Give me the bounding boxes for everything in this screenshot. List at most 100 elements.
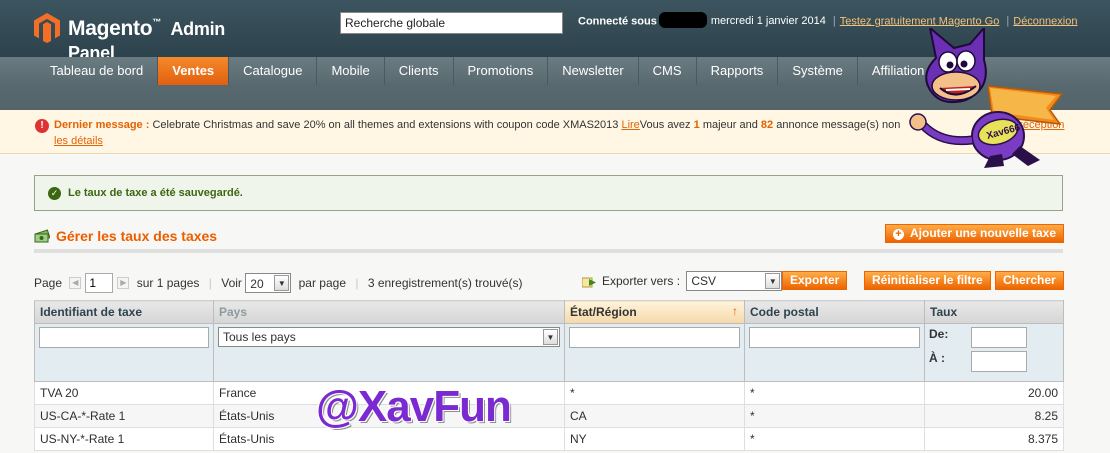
- reset-filter-button[interactable]: Réinitialiser le filtre: [864, 271, 991, 290]
- message-summary-prefix: Vous avez: [639, 119, 691, 131]
- success-message: ✓ Le taux de taxe a été sauvegardé.: [34, 175, 1063, 211]
- export-label: Exporter vers :: [602, 274, 681, 288]
- export-icon: [582, 277, 596, 288]
- column-tax-id[interactable]: Identifiant de taxe: [34, 300, 214, 324]
- rate-cell: 8.25: [924, 404, 1064, 428]
- header-user-info: Connecté sous mercredi 1 janvier 2014 | Te…: [578, 12, 1077, 28]
- chevron-down-icon: ▼: [765, 273, 781, 289]
- add-tax-button[interactable]: + Ajouter une nouvelle taxe: [885, 224, 1065, 243]
- message-summary-suffix: annonce message(s) non: [776, 119, 901, 131]
- filter-cell: Tous les pays ▼: [213, 323, 565, 382]
- header-separator: |: [1006, 15, 1010, 28]
- rate-cell: 8.375: [924, 427, 1064, 451]
- region-cell: NY: [564, 427, 745, 451]
- nav-item-clients[interactable]: Clients: [385, 57, 454, 85]
- filter-cell: [744, 323, 925, 382]
- major-count: 1: [693, 119, 700, 131]
- per-page-label: par page: [298, 276, 346, 290]
- chevron-down-icon: ▼: [274, 275, 290, 291]
- superhero-mascot-icon: Xav666: [909, 28, 1064, 168]
- chevron-down-icon: ▼: [543, 329, 558, 345]
- logo-brand: Magento: [68, 17, 153, 40]
- pager-separator: |: [208, 276, 212, 290]
- region-filter-input[interactable]: [569, 327, 740, 348]
- column-region-label: État/Région: [570, 305, 637, 319]
- success-message-text: Le taux de taxe a été sauvegardé.: [68, 187, 243, 199]
- nav-item-cms[interactable]: CMS: [639, 57, 697, 85]
- region-cell: CA: [564, 404, 745, 428]
- column-region[interactable]: État/Région ↑: [564, 300, 745, 324]
- plus-icon: +: [893, 229, 904, 240]
- nav-item-ventes[interactable]: Ventes: [158, 57, 230, 85]
- rate-to-row: À :: [929, 351, 1059, 375]
- export-button[interactable]: Exporter: [782, 271, 848, 290]
- column-postcode[interactable]: Code postal: [744, 300, 925, 324]
- latest-message-text: Celebrate Christmas and save 20% on all …: [152, 119, 619, 131]
- table-row[interactable]: US-CA-*-Rate 1 États-Unis CA * 8.25: [34, 404, 1064, 428]
- grid-body: TVA 20 France * * 20.00 US-CA-*-Rate 1 États-U…: [34, 381, 1064, 451]
- logout-link[interactable]: Déconnexion: [1013, 15, 1077, 27]
- global-search-input[interactable]: [340, 12, 563, 34]
- rate-from-row: De:: [929, 327, 1059, 351]
- column-rate[interactable]: Taux: [924, 300, 1064, 324]
- checkmark-icon: ✓: [48, 187, 61, 200]
- nav-item-promotions[interactable]: Promotions: [454, 57, 549, 85]
- country-filter-value: Tous les pays: [223, 330, 296, 344]
- next-page-arrow-icon[interactable]: ▶: [117, 277, 130, 289]
- header-date: mercredi 1 janvier 2014: [710, 15, 826, 28]
- region-cell: *: [564, 381, 745, 405]
- message-summary-mid: majeur and: [702, 119, 758, 131]
- postcode-filter-input[interactable]: [749, 327, 920, 348]
- per-page-value: 20: [250, 276, 264, 291]
- tax-rates-grid: Identifiant de taxe Pays État/Région ↑ Co…: [34, 300, 1064, 451]
- rate-from-label: De:: [929, 327, 949, 341]
- nav-item-newsletter[interactable]: Newsletter: [548, 57, 639, 85]
- page-label: Page: [34, 276, 63, 290]
- search-button[interactable]: Chercher: [995, 271, 1064, 290]
- filter-cell: [564, 323, 745, 382]
- rate-range-filter: De: À :: [929, 327, 1059, 375]
- export-controls: Exporter vers : CSV ▼: [582, 271, 783, 291]
- pager-separator: |: [355, 276, 359, 290]
- rate-from-input[interactable]: [971, 327, 1027, 348]
- sort-arrow-up-icon: ↑: [732, 304, 738, 318]
- latest-message: Dernier message : Celebrate Christmas an…: [54, 119, 900, 131]
- export-format-select[interactable]: CSV ▼: [686, 271, 783, 291]
- trial-link[interactable]: Testez gratuitement Magento Go: [840, 15, 1000, 27]
- page-count: sur 1 pages: [136, 276, 200, 290]
- magento-logo-icon: [34, 13, 60, 43]
- table-row[interactable]: TVA 20 France * * 20.00: [34, 381, 1064, 405]
- export-format-value: CSV: [691, 274, 717, 288]
- nav-item-mobile[interactable]: Mobile: [317, 57, 385, 85]
- previous-page-arrow-icon[interactable]: ◀: [69, 277, 82, 289]
- read-message-link[interactable]: Lire: [621, 119, 639, 131]
- watermark-text: @XavFun: [316, 382, 512, 431]
- tax-id-cell: US-CA-*-Rate 1: [34, 404, 214, 428]
- rate-to-label: À :: [929, 351, 945, 365]
- per-page-select[interactable]: 20 ▼: [245, 273, 292, 293]
- table-row[interactable]: US-NY-*-Rate 1 États-Unis NY * 8.375: [34, 427, 1064, 451]
- trademark-mark: ™: [152, 17, 161, 27]
- filter-cell: De: À :: [924, 323, 1064, 382]
- connected-label: Connecté sous: [578, 15, 657, 28]
- nav-item-rapports[interactable]: Rapports: [697, 57, 779, 85]
- nav-item-tableau-de-bord[interactable]: Tableau de bord: [36, 57, 159, 85]
- add-tax-button-label: Ajouter une nouvelle taxe: [910, 226, 1057, 240]
- column-country[interactable]: Pays: [213, 300, 565, 324]
- page-number-input[interactable]: [85, 273, 114, 293]
- nav-item-catalogue[interactable]: Catalogue: [229, 57, 318, 85]
- filter-cell: [34, 323, 214, 382]
- error-icon: !: [35, 119, 49, 133]
- postcode-cell: *: [744, 404, 925, 428]
- rate-to-input[interactable]: [971, 351, 1027, 372]
- grid-pager: Page ◀▶ sur 1 pages | Voir 20▼ par page …: [34, 273, 523, 293]
- view-label: Voir: [221, 276, 242, 290]
- grid-filter-row: Tous les pays ▼ De: À :: [34, 323, 1064, 382]
- magento-logo[interactable]: Magento™ Admin Panel: [34, 12, 264, 63]
- rate-cell: 20.00: [924, 381, 1064, 405]
- tax-id-filter-input[interactable]: [39, 327, 209, 348]
- tax-id-cell: TVA 20: [34, 381, 214, 405]
- nav-item-syst-me[interactable]: Système: [778, 57, 858, 85]
- country-filter-select[interactable]: Tous les pays ▼: [218, 327, 560, 347]
- message-details-link[interactable]: les détails: [54, 135, 103, 147]
